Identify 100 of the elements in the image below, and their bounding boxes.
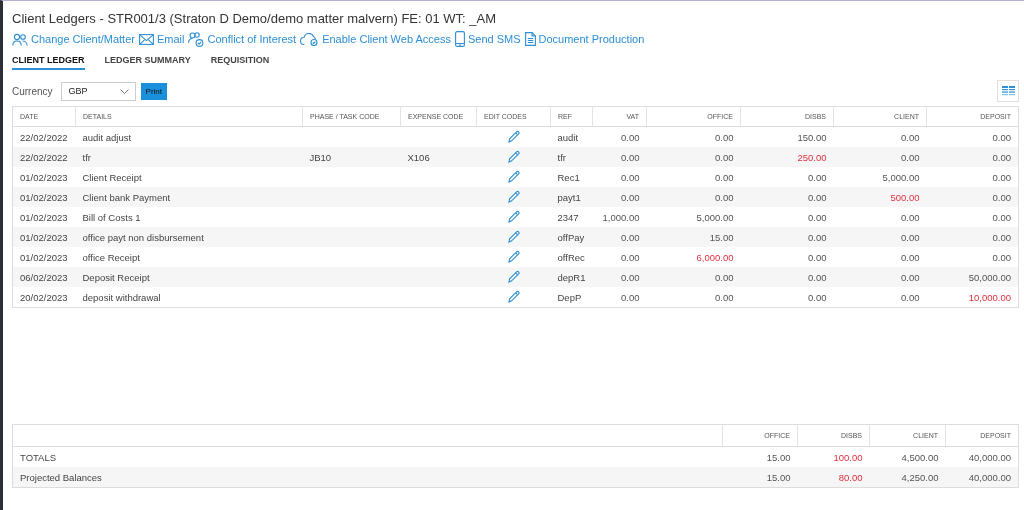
date-cell: 06/02/2023 xyxy=(20,271,68,283)
amount-cell: 0.00 xyxy=(715,151,734,163)
cloud-icon xyxy=(300,32,320,46)
amount-cell: 500.00 xyxy=(890,191,920,203)
amount-cell: 0.00 xyxy=(992,231,1011,243)
ref-cell: DepP xyxy=(557,291,582,303)
details-cell: tfr xyxy=(82,151,91,163)
pencil-icon[interactable] xyxy=(507,269,520,283)
amount-cell: 0.00 xyxy=(621,251,640,263)
amount-cell: 10,000.00 xyxy=(968,291,1011,303)
pencil-icon[interactable] xyxy=(507,209,520,223)
currency-dropdown[interactable]: GBP xyxy=(60,81,136,101)
tab[interactable]: CLIENT LEDGER xyxy=(12,52,85,70)
pencil-icon[interactable] xyxy=(507,169,520,183)
amount-cell: 0.00 xyxy=(621,231,640,243)
ref-cell: 2347 xyxy=(557,211,579,223)
details-cell: Deposit Receipt xyxy=(82,271,150,283)
amount-cell: 0.00 xyxy=(992,131,1011,143)
pencil-icon[interactable] xyxy=(507,149,520,163)
action-link[interactable]: Enable Client Web Access xyxy=(300,32,451,46)
tab[interactable]: LEDGER SUMMARY xyxy=(104,52,191,70)
amount-cell: 0.00 xyxy=(715,171,734,183)
action-link[interactable]: Document Production xyxy=(524,32,645,46)
amount-cell: 0.00 xyxy=(621,131,640,143)
date-cell: 01/02/2023 xyxy=(20,231,68,243)
amount-cell: 0.00 xyxy=(621,271,640,283)
ref-cell: depR1 xyxy=(557,271,586,283)
currency-label: Currency xyxy=(12,85,53,97)
amount-cell: 0.00 xyxy=(808,251,827,263)
amount-cell: 5,000.00 xyxy=(882,171,920,183)
amount-cell: 0.00 xyxy=(621,291,640,303)
details-cell: Client bank Payment xyxy=(82,191,171,203)
amount-cell: 80.00 xyxy=(838,471,863,483)
details-cell: office payt non disbursement xyxy=(82,231,204,243)
date-cell: 22/02/2022 xyxy=(20,151,68,163)
amount-cell: 15.00 xyxy=(766,451,791,463)
amount-cell: 0.00 xyxy=(621,171,640,183)
pencil-icon[interactable] xyxy=(507,189,520,203)
amount-cell: 0.00 xyxy=(901,211,920,223)
amount-cell: 5,000.00 xyxy=(696,211,734,223)
expense-code-cell: X106 xyxy=(407,151,430,163)
amount-cell: 0.00 xyxy=(808,291,827,303)
amount-cell: 0.00 xyxy=(992,151,1011,163)
amount-cell: 0.00 xyxy=(715,271,734,283)
amount-cell: 40,000.00 xyxy=(968,471,1011,483)
amount-cell: 50,000.00 xyxy=(968,271,1011,283)
amount-cell: 0.00 xyxy=(715,291,734,303)
amount-cell: 0.00 xyxy=(808,211,827,223)
amount-cell: 0.00 xyxy=(808,271,827,283)
amount-cell: 0.00 xyxy=(808,171,827,183)
amount-cell: 6,000.00 xyxy=(696,251,734,263)
amount-cell: 15.00 xyxy=(709,231,734,243)
amount-cell: 0.00 xyxy=(901,251,920,263)
amount-cell: 0.00 xyxy=(808,231,827,243)
amount-cell: 0.00 xyxy=(901,151,920,163)
date-cell: 22/02/2022 xyxy=(20,131,68,143)
amount-cell: 4,250.00 xyxy=(901,471,939,483)
pencil-icon[interactable] xyxy=(507,229,520,243)
details-cell: Bill of Costs 1 xyxy=(82,211,141,223)
print-button[interactable]: Print xyxy=(140,82,168,100)
amount-cell: 0.00 xyxy=(992,211,1011,223)
tab[interactable]: REQUISITION xyxy=(210,52,270,70)
amount-cell: 100.00 xyxy=(833,451,863,463)
mail-icon xyxy=(138,33,154,45)
grid-view-button[interactable] xyxy=(997,80,1019,102)
details-cell: Client Receipt xyxy=(82,171,142,183)
amount-cell: 15.00 xyxy=(766,471,791,483)
action-link[interactable]: Send SMS xyxy=(454,31,521,47)
phase-code-cell: JB10 xyxy=(309,151,332,163)
pencil-icon[interactable] xyxy=(507,129,520,143)
amount-cell: 0.00 xyxy=(901,231,920,243)
date-cell: 20/02/2023 xyxy=(20,291,68,303)
pencil-icon[interactable] xyxy=(507,249,520,263)
pencil-icon[interactable] xyxy=(507,289,520,303)
amount-cell: 0.00 xyxy=(992,251,1011,263)
ref-cell: Rec1 xyxy=(557,171,580,183)
totals-label: Projected Balances xyxy=(20,471,102,483)
chevron-down-icon xyxy=(119,88,129,94)
details-cell: audit adjust xyxy=(82,131,132,143)
details-cell: office Receipt xyxy=(82,251,140,263)
action-link[interactable]: Email xyxy=(138,33,185,45)
amount-cell: 150.00 xyxy=(797,131,827,143)
amount-cell: 40,000.00 xyxy=(968,451,1011,463)
action-link[interactable]: Conflict of Interest xyxy=(188,31,297,47)
date-cell: 01/02/2023 xyxy=(20,251,68,263)
amount-cell: 0.00 xyxy=(992,171,1011,183)
amount-cell: 0.00 xyxy=(621,151,640,163)
action-link[interactable]: Change Client/Matter xyxy=(12,32,135,46)
date-cell: 01/02/2023 xyxy=(20,171,68,183)
amount-cell: 250.00 xyxy=(797,151,827,163)
people-icon xyxy=(12,32,28,46)
ref-cell: offPay xyxy=(557,231,585,243)
ref-cell: audit xyxy=(557,131,579,143)
columns-icon xyxy=(1001,85,1015,97)
people-check-icon xyxy=(188,31,205,47)
amount-cell: 0.00 xyxy=(715,191,734,203)
phone-icon xyxy=(454,31,465,47)
amount-cell: 0.00 xyxy=(808,191,827,203)
totals-label: TOTALS xyxy=(20,451,57,463)
date-cell: 01/02/2023 xyxy=(20,191,68,203)
